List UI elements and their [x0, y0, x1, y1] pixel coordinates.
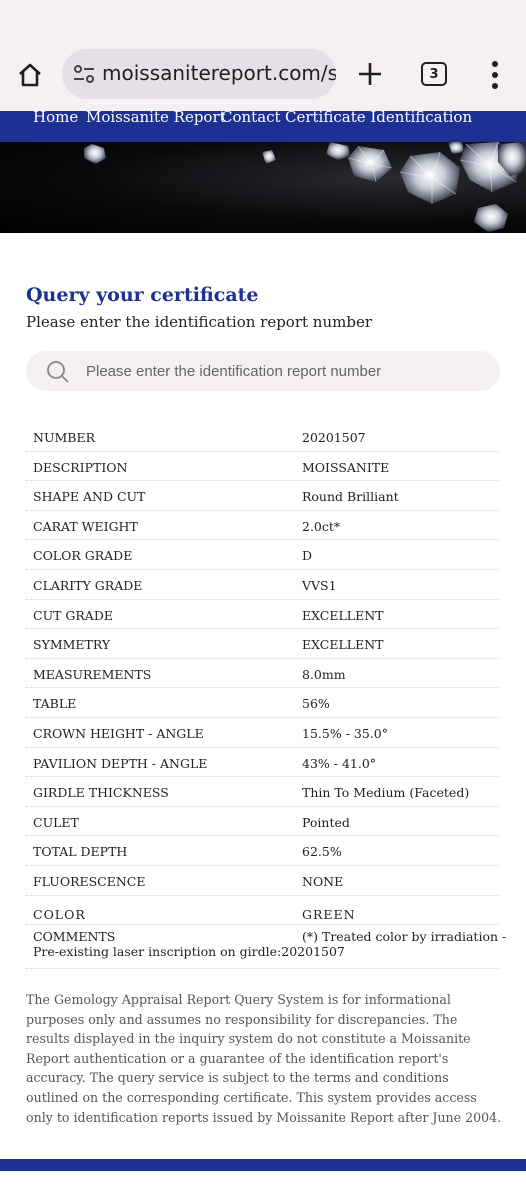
comments-value: (*) Treated color by irradiation - — [302, 929, 507, 945]
table-row: DESCRIPTION MOISSANITE — [26, 452, 500, 482]
table-row-comments: COMMENTS (*) Treated color by irradiation… — [26, 925, 506, 970]
row-value: Pointed — [302, 814, 350, 830]
row-value: MOISSANITE — [302, 459, 390, 475]
table-row: CARAT WEIGHT 2.0ct* — [26, 511, 500, 541]
row-label: MEASUREMENTS — [33, 666, 152, 682]
table-row: SYMMETRY EXCELLENT — [26, 629, 500, 659]
row-label: TOTAL DEPTH — [33, 844, 128, 860]
table-row: SHAPE AND CUT Round Brilliant — [26, 481, 500, 511]
table-row: PAVILION DEPTH - ANGLE 43% - 41.0° — [26, 748, 500, 778]
diamonds-illustration — [84, 142, 526, 232]
row-value: 15.5% - 35.0° — [302, 725, 388, 741]
table-row: GIRDLE THICKNESS Thin To Medium (Faceted) — [26, 777, 500, 807]
footer-bar — [0, 1159, 526, 1171]
new-tab-plus-icon[interactable] — [354, 58, 386, 90]
row-value: 62.5% — [302, 844, 342, 860]
table-row: TABLE 56% — [26, 688, 500, 718]
row-label: CULET — [33, 814, 79, 830]
row-label: GIRDLE THICKNESS — [33, 785, 169, 801]
row-value: EXCELLENT — [302, 607, 384, 623]
row-value: 2.0ct* — [302, 518, 341, 534]
row-value: 8.0mm — [302, 666, 346, 682]
row-value: D — [302, 548, 313, 564]
search-icon[interactable] — [46, 360, 70, 384]
table-row: CLARITY GRADE VVS1 — [26, 570, 500, 600]
row-value: NONE — [302, 873, 344, 889]
row-label: PAVILION DEPTH - ANGLE — [33, 755, 208, 771]
table-row: MEASUREMENTS 8.0mm — [26, 659, 500, 689]
report-table: NUMBER 20201507 DESCRIPTION MOISSANITE SHAPE… — [26, 422, 506, 970]
row-label: CROWN HEIGHT - ANGLE — [33, 725, 204, 741]
site-nav: Home Moissanite Report Contact Certifica… — [0, 111, 526, 142]
nav-home[interactable]: Home — [33, 111, 78, 126]
home-button[interactable] — [14, 60, 46, 90]
row-value: 43% - 41.0° — [302, 755, 377, 771]
row-label: NUMBER — [33, 430, 95, 445]
comments-label: COMMENTS — [33, 929, 116, 945]
site-settings-icon[interactable] — [72, 63, 96, 85]
row-label: COLOR GRADE — [33, 548, 133, 564]
table-row: COLOR GRADE D — [26, 540, 500, 570]
table-row: CUT GRADE EXCELLENT — [26, 600, 500, 630]
row-label: TABLE — [33, 696, 77, 712]
row-value: EXCELLENT — [302, 637, 384, 653]
row-label: CLARITY GRADE — [33, 577, 143, 593]
row-label: CUT GRADE — [33, 607, 113, 623]
hero-banner-image — [0, 142, 526, 233]
page-subtitle: Please enter the identification report n… — [26, 313, 373, 331]
tab-switcher-icon[interactable]: 3 — [421, 62, 447, 86]
page-title: Query your certificate — [26, 284, 259, 306]
row-label: COLOR — [33, 906, 86, 922]
nav-contact[interactable]: Contact — [221, 111, 281, 126]
row-value: Round Brilliant — [302, 489, 399, 505]
row-value: 20201507 — [302, 430, 366, 445]
table-row: CROWN HEIGHT - ANGLE 15.5% - 35.0° — [26, 718, 500, 748]
more-vert-icon[interactable] — [484, 60, 506, 90]
row-label: SYMMETRY — [33, 637, 111, 653]
url-text[interactable]: moissanitereport.com/se — [102, 61, 336, 85]
row-value: VVS1 — [302, 577, 337, 593]
table-row: COLOR GREEN — [26, 896, 500, 926]
row-label: CARAT WEIGHT — [33, 518, 138, 534]
search-input[interactable] — [86, 357, 486, 385]
disclaimer-text: The Gemology Appraisal Report Query Syst… — [26, 992, 502, 1125]
search-box[interactable] — [26, 351, 500, 391]
comments-continuation: Pre-existing laser inscription on girdle… — [33, 944, 345, 960]
row-value: GREEN — [302, 906, 356, 922]
row-label: SHAPE AND CUT — [33, 489, 146, 505]
table-row: CULET Pointed — [26, 807, 500, 837]
table-row: FLUORESCENCE NONE — [26, 866, 500, 896]
browser-toolbar: moissanitereport.com/se 3 — [0, 0, 526, 111]
row-label: DESCRIPTION — [33, 459, 128, 475]
nav-certificate-identification[interactable]: Certificate Identification — [285, 111, 472, 126]
table-row: NUMBER 20201507 — [26, 422, 500, 452]
row-value: 56% — [302, 696, 330, 712]
row-value: Thin To Medium (Faceted) — [302, 785, 470, 801]
home-icon — [19, 63, 41, 87]
row-label: FLUORESCENCE — [33, 873, 146, 889]
address-bar[interactable]: moissanitereport.com/se — [62, 49, 336, 99]
nav-moissanite-report[interactable]: Moissanite Report — [86, 111, 226, 126]
table-row: TOTAL DEPTH 62.5% — [26, 836, 500, 866]
